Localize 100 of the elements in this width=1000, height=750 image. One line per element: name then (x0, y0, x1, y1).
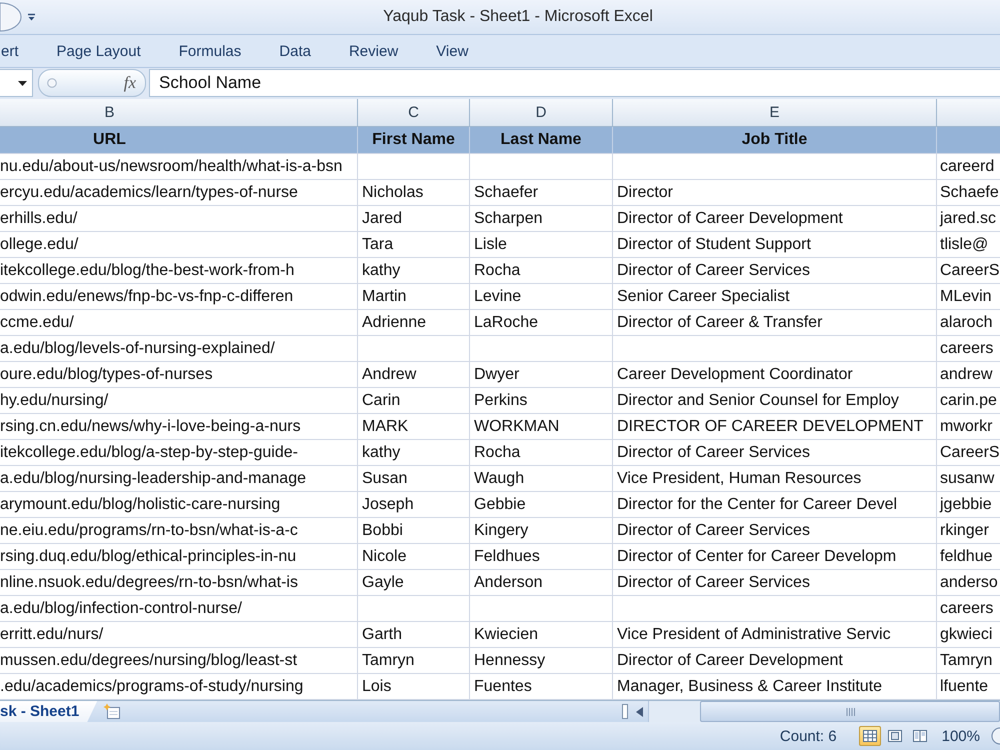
table-cell-text: feldhue (939, 547, 994, 567)
round-button-icon[interactable] (0, 2, 22, 32)
table-cell-text: a.edu/blog/nursing-leadership-and-manage (0, 469, 307, 489)
table-cell-text: Lois (361, 677, 392, 697)
table-cell-text: Joseph (361, 495, 415, 515)
table-cell-text: Director and Senior Counsel for Employ (616, 391, 900, 411)
table-cell-text: tlisle@ (939, 235, 990, 255)
split-handle[interactable] (622, 704, 628, 719)
table-cell-text: Susan (361, 469, 408, 489)
grip-icon (846, 708, 854, 716)
table-cell-text: Director of Student Support (616, 235, 812, 255)
table-cell-text: anderso (939, 573, 999, 593)
table-cell-text: WORKMAN (473, 417, 560, 437)
split-page-icon (912, 730, 927, 742)
table-cell-text: Levine (473, 287, 522, 307)
ribbon-tab[interactable]: Data (260, 36, 330, 66)
ribbon-tab[interactable]: View (417, 36, 488, 66)
table-cell-text: ne.eiu.edu/programs/rn-to-bsn/what-is-a-c (0, 521, 299, 541)
table-cell-text: Nicholas (361, 183, 424, 203)
table-cell-text: Rocha (473, 443, 522, 463)
table-cell-text: jgebbie (938, 495, 993, 515)
table-cell-text: odwin.edu/enews/fnp-bc-vs-fnp-c-differen (0, 287, 294, 307)
table-cell-text: a.edu/blog/levels-of-nursing-explained/ (0, 339, 276, 359)
table-cell-text: Perkins (473, 391, 528, 411)
table-cell-text: nu.edu/about-us/newsroom/health/what-is-a-bsn (0, 157, 344, 177)
table-cell-text: Tara (361, 235, 394, 255)
column-header[interactable]: E (613, 99, 937, 126)
table-cell-text: lfuente (939, 677, 990, 697)
table-cell-text: Director of Career Development (616, 651, 844, 671)
circle-handle-icon[interactable] (47, 78, 57, 88)
table-cell-text: Martin (361, 287, 408, 307)
column-header[interactable]: C (358, 99, 470, 126)
view-button[interactable] (858, 726, 881, 746)
table-cell-text: Director for the Center for Career Devel (616, 495, 898, 515)
table-cell-text: DIRECTOR OF CAREER DEVELOPMENT (616, 417, 924, 437)
table-cell-text: CareerS (939, 443, 1000, 463)
table-cell-text: Adrienne (361, 313, 428, 333)
table-cell-text: mussen.edu/degrees/nursing/blog/least-st (0, 651, 298, 671)
ribbon-tab[interactable]: Page Layout (38, 36, 160, 66)
table-cell-text: Director of Career & Transfer (616, 313, 824, 333)
count-label: Count: 6 (780, 728, 837, 744)
table-cell-text: .edu/academics/programs-of-study/nursing (0, 677, 304, 697)
table-cell-text: Scharpen (473, 209, 544, 229)
table-cell-text: CareerS (939, 261, 1000, 281)
table-cell-text: itekcollege.edu/blog/the-best-work-from-h (0, 261, 296, 281)
table-cell-text: ercyu.edu/academics/learn/types-of-nurse (0, 183, 299, 203)
column-header[interactable]: D (470, 99, 613, 126)
table-cell-text: jared.sc (938, 209, 998, 229)
table-cell-text: Feldhues (473, 547, 541, 567)
table-cell-text: Director of Career Development (616, 209, 844, 229)
table-cell-text: Gebbie (473, 495, 527, 515)
column-header[interactable]: B (0, 99, 358, 126)
table-cell-text: Kingery (473, 521, 530, 541)
table-cell-text: rsing.duq.edu/blog/ethical-principles-in-nu (0, 547, 298, 567)
table-cell-text: MLevin (939, 287, 993, 307)
table-cell-text: Anderson (473, 573, 544, 593)
table-cell-text: Schaefe (939, 183, 1000, 203)
table-cell-text: oure.edu/blog/types-of-nurses (0, 365, 214, 385)
table-cell-text: Waugh (473, 469, 526, 489)
dropdown-icon[interactable] (27, 12, 36, 22)
table-cell-text: susanw (939, 469, 996, 489)
table-cell-text: Andrew (361, 365, 418, 385)
page-icon (888, 730, 902, 742)
table-cell-text: a.edu/blog/infection-control-nurse/ (0, 599, 243, 619)
ribbon-tab[interactable]: Formulas (160, 36, 260, 66)
table-cell-text: careers (939, 339, 994, 359)
table-cell-text: Fuentes (473, 677, 533, 697)
table-cell-text: erritt.edu/nurs/ (0, 625, 104, 645)
window-title: Yaqub Task - Sheet1 - Microsoft Excel (383, 8, 653, 26)
table-cell-text: carin.pe (939, 391, 998, 411)
table-cell-text: Nicole (361, 547, 408, 567)
table-cell-text: Dwyer (473, 365, 520, 385)
table-cell-text: itekcollege.edu/blog/a-step-by-step-guide- (0, 443, 299, 463)
table-cell-text: Kwiecien (473, 625, 540, 645)
formula-field[interactable]: School Name (149, 69, 1000, 97)
table-cell-text: Schaefer (473, 183, 540, 203)
table-cell-text: ccme.edu/ (0, 313, 75, 333)
ribbon-tab[interactable]: Review (330, 36, 418, 66)
grid-icon (862, 730, 877, 742)
table-cell-text: ollege.edu/ (0, 235, 80, 255)
table-cell-text: Gayle (361, 573, 405, 593)
table-cell-text: Vice President of Administrative Servic (616, 625, 892, 645)
table-cell-text: nline.nsuok.edu/degrees/rn-to-bsn/what-is (0, 573, 299, 593)
name-box-field[interactable] (0, 69, 33, 97)
left-arrow-icon[interactable] (636, 706, 643, 716)
insert-function-button[interactable]: fx (122, 73, 138, 93)
table-cell-text: kathy (361, 261, 402, 281)
table-cell-text: Lisle (473, 235, 508, 255)
table-cell-text: andrew (939, 365, 994, 385)
table-cell-text: Garth (361, 625, 404, 645)
table-cell-text: Bobbi (361, 521, 404, 541)
table-cell-text: Carin (361, 391, 402, 411)
table-cell-text: alaroch (939, 313, 994, 333)
sheet-tab[interactable]: sk - Sheet1 (0, 701, 98, 722)
table-cell-text: careers (939, 599, 994, 619)
ribbon-tab[interactable]: ert (0, 36, 38, 66)
caret-icon[interactable] (18, 80, 27, 86)
table-cell-text: Rocha (473, 261, 522, 281)
table-cell-text: Jared (361, 209, 404, 229)
table-cell-text: Director (616, 183, 674, 203)
